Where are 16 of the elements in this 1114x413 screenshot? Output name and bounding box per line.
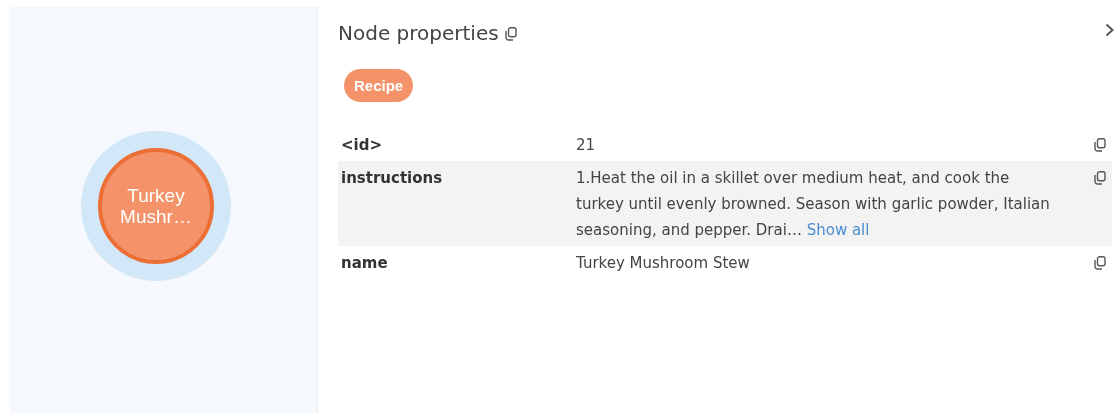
label-tag[interactable]: Recipe [344, 69, 414, 102]
copy-icon[interactable] [504, 27, 517, 41]
copy-icon[interactable] [1094, 256, 1106, 270]
chevron-right-icon[interactable] [1105, 23, 1114, 37]
copy-icon[interactable] [1094, 171, 1106, 185]
graph-node[interactable]: Turkey Mushr… [98, 148, 214, 264]
property-value: 1.Heat the oil in a skillet over medium heat, and cook the turkey until evenly browned. Season with garlic powder, Italian seasoning, and pepper. Drai… Show all [576, 168, 1051, 241]
property-key: instructions [341, 165, 576, 243]
copy-icon[interactable] [1094, 138, 1106, 152]
property-key: name [341, 250, 576, 276]
node-label: Turkey Mushr… [120, 185, 192, 227]
show-all-link[interactable]: Show all [806, 221, 870, 239]
property-value: Turkey Mushroom Stew [576, 253, 751, 274]
property-value: 21 [576, 135, 597, 156]
property-key: <id> [341, 132, 576, 158]
panel-title: Node properties [338, 21, 499, 45]
